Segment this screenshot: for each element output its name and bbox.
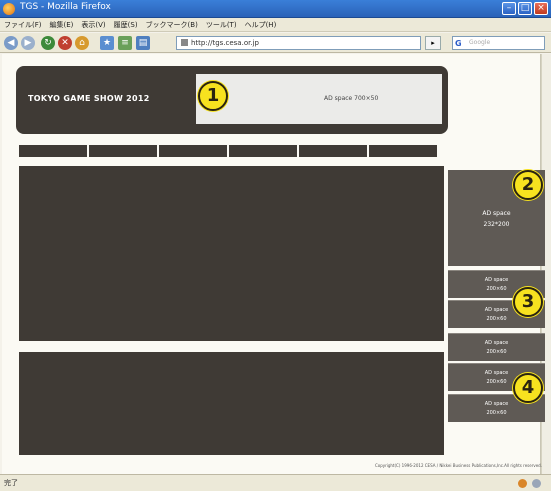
annotation-badge-2: 2	[513, 170, 543, 200]
url-text: http://tgs.cesa.or.jp	[191, 39, 259, 47]
menu-edit[interactable]: 編集(E)	[50, 20, 74, 30]
sidebar-ad-size: 200×60	[486, 316, 507, 322]
stop-icon[interactable]: ✕	[58, 36, 72, 50]
main-content-area	[19, 166, 444, 341]
annotation-badge-3: 3	[513, 287, 543, 317]
security-icon	[532, 479, 541, 488]
addon-icon[interactable]	[518, 479, 527, 488]
sidebar-ad-label: AD space	[484, 277, 509, 283]
site-header: TOKYO GAME SHOW 2012 AD space 700×50	[16, 66, 448, 134]
annotation-badge-4: 4	[513, 373, 543, 403]
lower-content-area	[19, 352, 444, 455]
menu-file[interactable]: ファイル(F)	[4, 20, 42, 30]
reload-icon[interactable]: ↻	[41, 36, 55, 50]
menu-tools[interactable]: ツール(T)	[206, 20, 237, 30]
sidebar-ad-small[interactable]: AD space 200×60	[448, 333, 545, 361]
print-icon[interactable]: ▤	[136, 36, 150, 50]
search-placeholder: Google	[469, 39, 491, 46]
history-icon[interactable]: ≡	[118, 36, 132, 50]
global-nav	[19, 145, 437, 157]
status-bar: 完了	[0, 474, 551, 491]
window-title: TGS - Mozilla Firefox	[20, 2, 111, 12]
sidebar-ad-size: 200×60	[486, 410, 507, 416]
sidebar-ad-size: 200×60	[486, 349, 507, 355]
back-icon[interactable]: ◀	[4, 36, 18, 50]
favicon-icon	[181, 39, 188, 46]
sidebar-ad-label: AD space	[484, 340, 509, 346]
menu-bar: ファイル(F) 編集(E) 表示(V) 履歴(S) ブックマーク(B) ツール(…	[0, 18, 551, 32]
menu-help[interactable]: ヘルプ(H)	[245, 20, 277, 30]
browser-window: TGS - Mozilla Firefox – □ × ファイル(F) 編集(E…	[0, 0, 551, 491]
nav-tab[interactable]	[229, 145, 297, 157]
header-ad-space[interactable]: AD space 700×50	[196, 74, 442, 124]
nav-tab[interactable]	[19, 145, 87, 157]
menu-view[interactable]: 表示(V)	[81, 20, 105, 30]
window-controls: – □ ×	[502, 2, 548, 15]
site-title: TOKYO GAME SHOW 2012	[28, 94, 150, 103]
menu-history[interactable]: 履歴(S)	[114, 20, 138, 30]
address-bar[interactable]: http://tgs.cesa.or.jp	[176, 36, 421, 50]
firefox-icon	[3, 3, 15, 15]
annotation-badge-1: 1	[198, 81, 228, 111]
close-button[interactable]: ×	[534, 2, 548, 15]
status-text: 完了	[4, 479, 18, 487]
sidebar-ad-large-label: AD space	[482, 210, 511, 217]
home-icon[interactable]: ⌂	[75, 36, 89, 50]
forward-icon[interactable]: ▶	[21, 36, 35, 50]
nav-tab[interactable]	[89, 145, 157, 157]
bookmark-icon[interactable]: ★	[100, 36, 114, 50]
copyright-text: Copyright(C) 1996-2012 CESA / Nikkei Bus…	[374, 463, 542, 468]
header-ad-label: AD space 700×50	[324, 95, 379, 102]
google-icon: G	[455, 39, 462, 48]
nav-toolbar: ◀ ▶ ↻ ✕ ⌂ ★ ≡ ▤ http://tgs.cesa.or.jp ▸ …	[0, 33, 551, 53]
maximize-button[interactable]: □	[518, 2, 532, 15]
minimize-button[interactable]: –	[502, 2, 516, 15]
title-bar: TGS - Mozilla Firefox – □ ×	[0, 0, 551, 18]
nav-tab[interactable]	[159, 145, 227, 157]
nav-tab[interactable]	[299, 145, 367, 157]
sidebar-ad-large-size: 232*200	[483, 221, 510, 228]
menu-bookmarks[interactable]: ブックマーク(B)	[146, 20, 198, 30]
search-input[interactable]: G Google	[452, 36, 545, 50]
nav-tab[interactable]	[369, 145, 437, 157]
go-button[interactable]: ▸	[425, 36, 441, 50]
